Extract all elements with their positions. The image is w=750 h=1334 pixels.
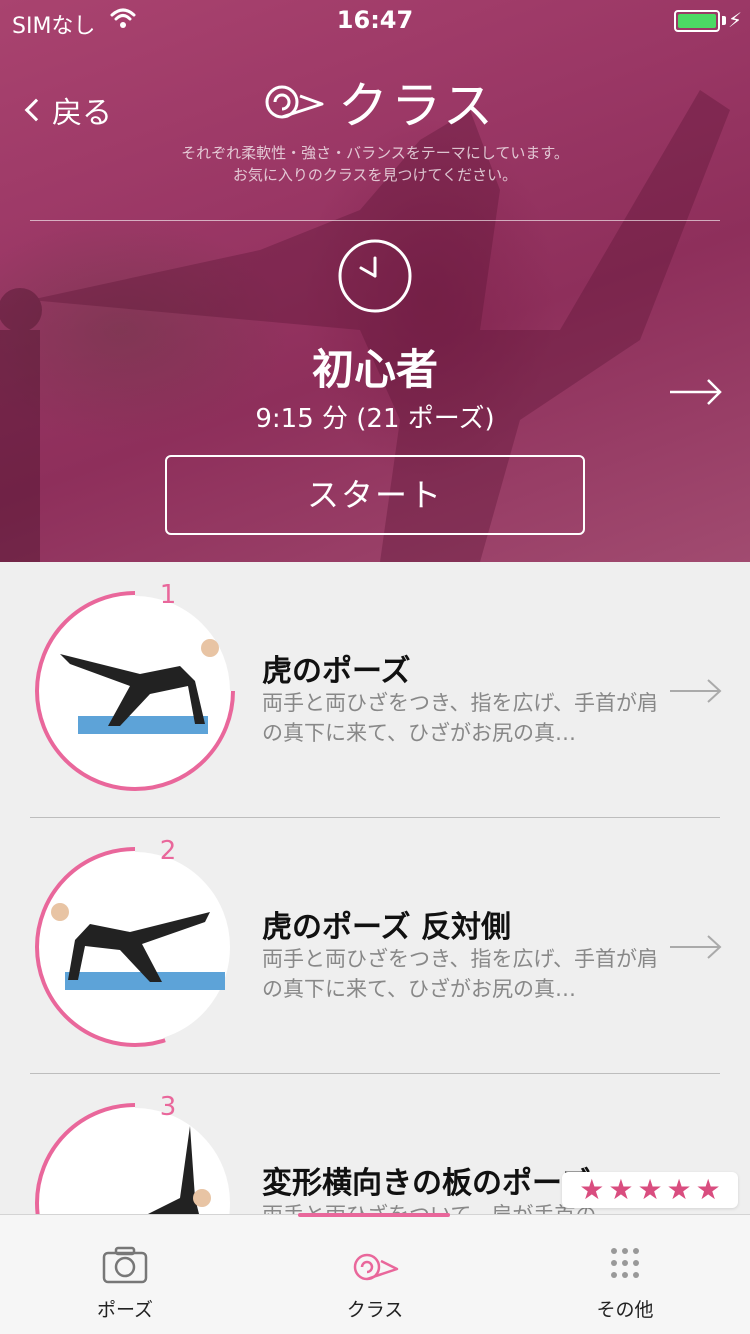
arrow-right-icon[interactable] [670,934,722,960]
class-duration: 9:15 分 (21 ポーズ) [255,404,495,434]
page-title: クラス [338,77,496,135]
tab-classes[interactable]: クラス [250,1215,500,1334]
hero-banner: SIMなし 16:47 ⚡ 戻る クラス それぞれ柔軟性・強さ・バランスをテーマ… [0,0,750,562]
pose-description: 両手と両ひざをつき、指を広げ、手首が肩の真下に来て、ひざがお尻の真… [262,947,659,1001]
tab-label: その他 [596,1299,654,1321]
tab-bar: ポーズ クラス その他 [0,1213,750,1334]
pose-list: 1 虎のポーズ 両手と両ひざをつき、指を広げ、手首が肩の真下に来て、ひざがお尻の… [0,562,750,1214]
tab-label: クラス [346,1299,404,1321]
status-bar: SIMなし 16:47 ⚡ [0,0,750,40]
pose-thumbnail [34,1102,236,1214]
page-subtitle: それぞれ柔軟性・強さ・バランスをテーマにしています。お気に入りのクラスを見つけて… [181,144,569,184]
arrow-right-icon[interactable] [670,678,722,704]
start-button[interactable]: スタート [165,455,585,535]
star-icon[interactable]: ★ [608,1175,633,1205]
list-item[interactable]: 2 虎のポーズ 反対側 両手と両ひざをつき、指を広げ、手首が肩の真下に来て、ひざ… [0,818,750,1074]
back-label: 戻る [52,96,112,131]
star-icon[interactable]: ★ [696,1175,721,1205]
list-item[interactable]: 1 虎のポーズ 両手と両ひざをつき、指を広げ、手首が肩の真下に来て、ひざがお尻の… [0,562,750,818]
tab-more[interactable]: その他 [500,1215,750,1334]
pose-number: 3 [159,1092,177,1122]
arrow-right-icon[interactable] [670,378,722,406]
tab-poses[interactable]: ポーズ [0,1215,250,1334]
clock-time: 16:47 [336,6,414,34]
page-title-group: クラス [262,66,496,138]
star-icon[interactable]: ★ [667,1175,692,1205]
pose-thumbnail [34,846,236,1048]
pose-number: 1 [159,580,177,610]
tab-label: ポーズ [96,1299,154,1321]
grid-dots-icon [611,1248,639,1278]
battery-icon [674,10,720,32]
pose-description: 両手と両ひざをつき、指を広げ、手首が肩の真下に来て、ひざがお尻の真… [262,691,659,745]
battery-tip [722,16,726,25]
camera-icon [102,1246,148,1284]
pose-name: 虎のポーズ 反対側 [262,910,511,945]
yoga-mat-icon [353,1253,399,1281]
clock-icon [338,239,412,313]
pose-name: 虎のポーズ [262,654,411,689]
pose-thumbnail [34,590,236,792]
star-icon[interactable]: ★ [579,1175,604,1205]
yoga-mat-icon [265,85,324,119]
pose-name: 変形横向きの板のポーズ [262,1166,591,1201]
chevron-left-icon [24,98,48,122]
header-divider [30,220,720,221]
charging-icon: ⚡ [727,8,742,32]
back-button[interactable]: 戻る [24,88,112,132]
rating-stars[interactable]: ★ ★ ★ ★ ★ [562,1172,738,1208]
pose-number: 2 [159,836,177,866]
class-level: 初心者 [311,345,438,394]
star-icon[interactable]: ★ [637,1175,662,1205]
